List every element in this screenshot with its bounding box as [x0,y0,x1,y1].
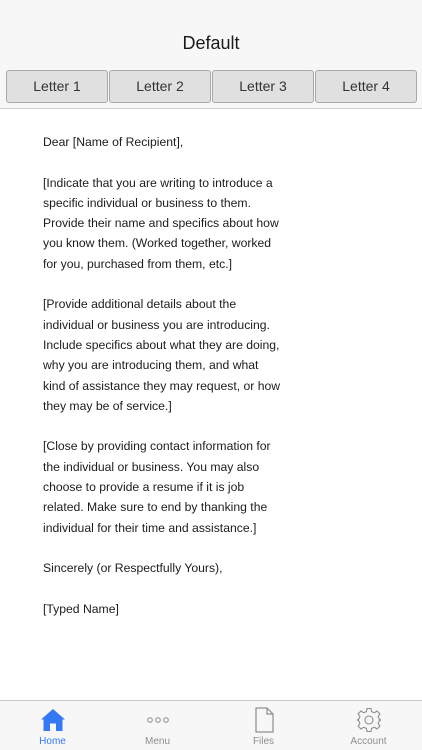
letter-paragraph-2: [Provide additional details about the in… [43,297,281,413]
letter-salutation: Dear [Name of Recipient], [43,135,184,149]
tab-home[interactable]: Home [0,701,105,750]
navigation-bar: Default [0,0,422,64]
home-icon [0,706,105,734]
dots-icon [105,706,210,734]
tab-home-label: Home [39,736,66,747]
segment-letter-1[interactable]: Letter 1 [6,70,108,103]
tab-menu[interactable]: Menu [105,701,210,750]
letter-content-area[interactable]: Dear [Name of Recipient], [Indicate that… [0,110,422,700]
tab-bar: Home Menu Files Account [0,700,422,750]
tab-account[interactable]: Account [316,701,421,750]
segment-letter-2[interactable]: Letter 2 [109,70,211,103]
segment-letter-4[interactable]: Letter 4 [315,70,417,103]
tab-menu-label: Menu [144,736,170,747]
app-screen: Default Letter 1 Letter 2 Letter 3 Lette… [0,0,422,750]
letter-paragraph-3: [Close by providing contact information … [43,439,271,535]
file-icon [211,706,316,734]
letter-closing: Sincerely (or Respectfully Yours), [43,561,223,576]
tab-files[interactable]: Files [211,701,316,750]
tab-account-label: Account [350,736,387,747]
letter-segmented-control: Letter 1 Letter 2 Letter 3 Letter 4 [0,64,422,109]
gear-icon [316,706,421,734]
tab-files-label: Files [252,736,275,747]
page-title: Default [182,33,240,53]
letter-body: Dear [Name of Recipient], [Indicate that… [43,132,283,639]
letter-signature: [Typed Name] [43,601,119,616]
letter-paragraph-1: [Indicate that you are writing to introd… [43,175,279,271]
segment-letter-3[interactable]: Letter 3 [212,70,314,103]
